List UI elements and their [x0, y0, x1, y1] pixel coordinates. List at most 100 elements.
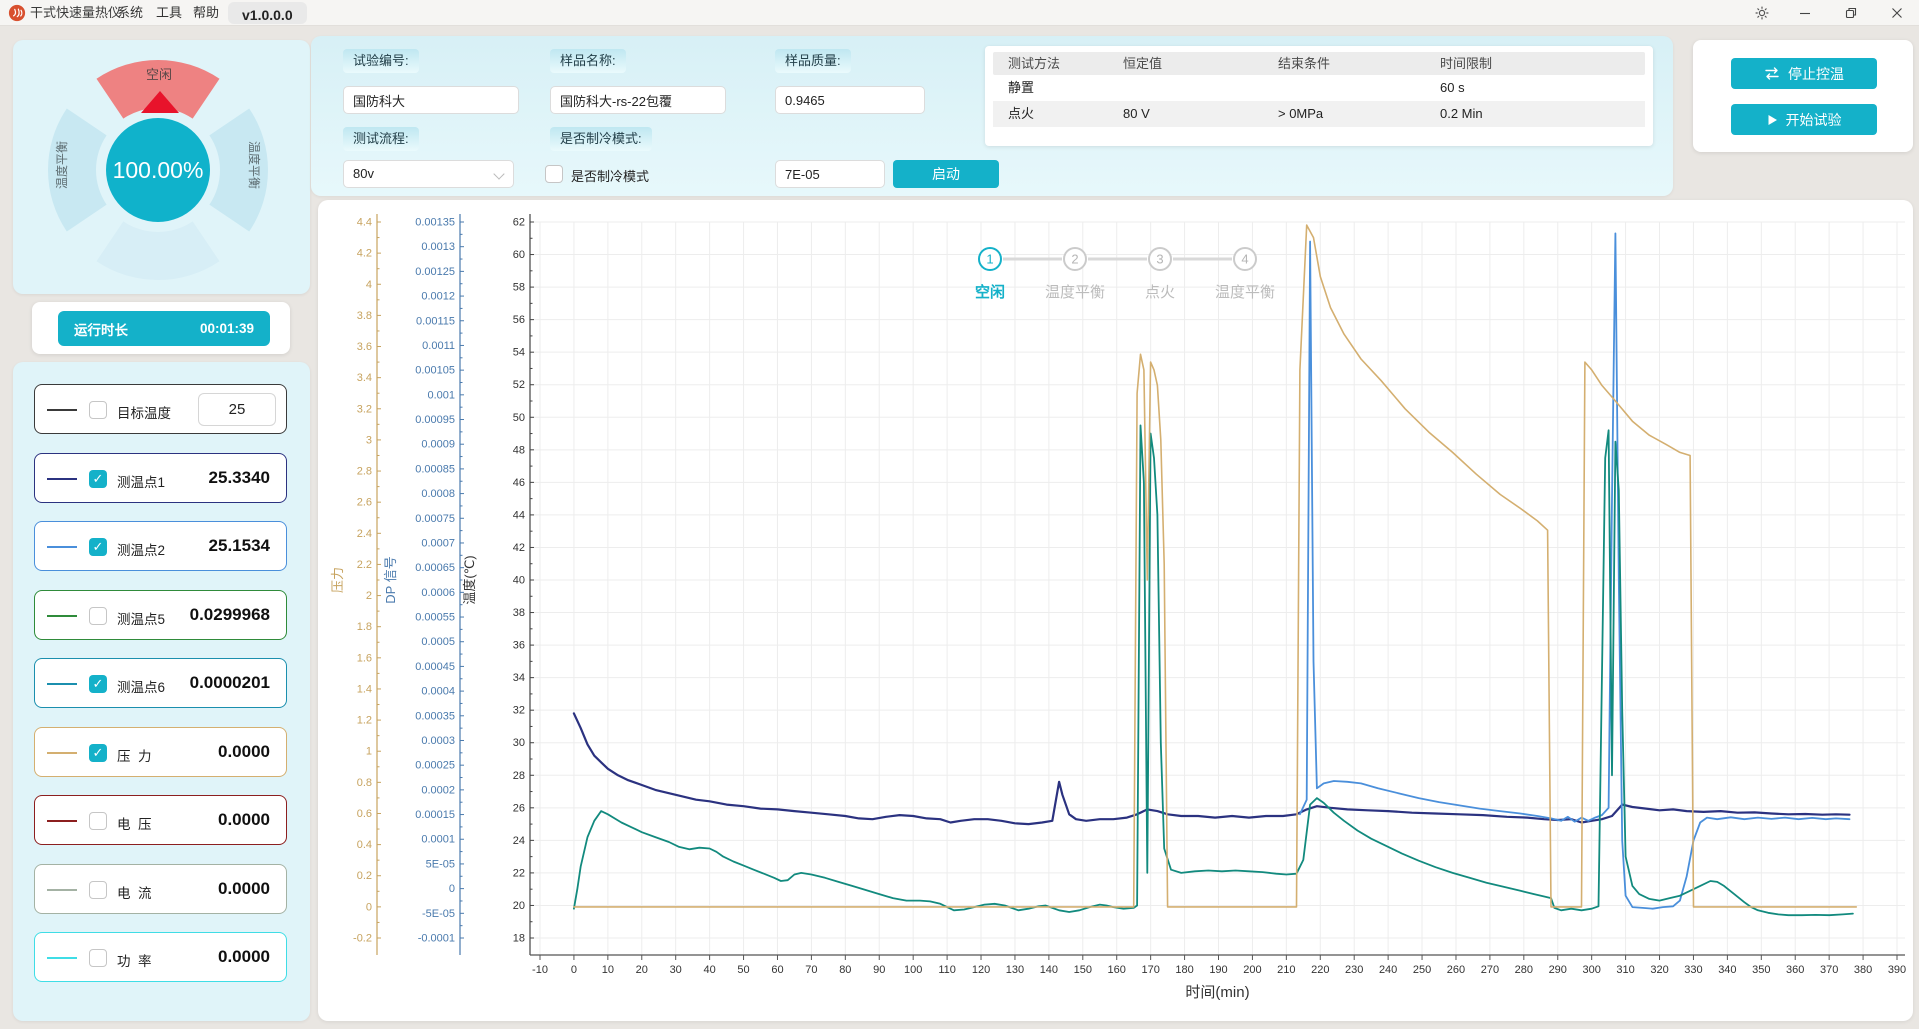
settings-gear-icon[interactable]: [1745, 0, 1779, 25]
legend-label: 压 力: [117, 745, 152, 765]
svg-text:0.2: 0.2: [357, 870, 372, 882]
legend-row: 电 压0.0000: [34, 795, 287, 845]
svg-text:0: 0: [449, 883, 455, 895]
x-axis-title: 时间(min): [1185, 984, 1249, 1001]
svg-text:22: 22: [513, 867, 525, 879]
gauge-label-left: 温度平衡: [54, 141, 69, 189]
legend-checkbox[interactable]: [89, 881, 107, 899]
legend-label: 目标温度: [117, 402, 171, 422]
close-button[interactable]: [1880, 0, 1914, 25]
svg-text:300: 300: [1582, 964, 1600, 976]
menu-item-help[interactable]: 帮助: [189, 0, 223, 26]
svg-text:250: 250: [1413, 964, 1431, 976]
svg-text:0.00055: 0.00055: [415, 612, 455, 624]
cooling-mode-checkbox[interactable]: [545, 165, 563, 183]
legend-value: 0.0000: [218, 947, 270, 967]
sample-name-label: 样品名称:: [550, 49, 626, 73]
method-table-row[interactable]: 点火80 V> 0MPa0.2 Min: [993, 101, 1645, 127]
svg-text:0.0003: 0.0003: [421, 735, 455, 747]
legend-checkbox[interactable]: [89, 812, 107, 830]
dp-threshold-input[interactable]: [775, 160, 885, 188]
method-table-header: 测试方法恒定值结束条件时间限制: [993, 52, 1645, 75]
gauge-label-idle: 空闲: [146, 67, 172, 82]
menu-item-tools[interactable]: 工具: [152, 0, 186, 26]
svg-text:160: 160: [1108, 964, 1126, 976]
titlebar: 干式快速量热仪 系统 工具 帮助 v1.0.0.0: [0, 0, 1919, 26]
series-测温点6: [574, 425, 1853, 915]
legend-value: 25.1534: [209, 536, 270, 556]
method-table-cell: 0.2 Min: [1440, 101, 1483, 127]
legend-checkbox[interactable]: [89, 949, 107, 967]
legend-checkbox[interactable]: [89, 607, 107, 625]
exp-no-label: 试验编号:: [343, 49, 419, 73]
target-temp-input[interactable]: 25: [198, 393, 276, 426]
svg-text:0.0006: 0.0006: [421, 587, 455, 599]
svg-text:0.00105: 0.00105: [415, 365, 455, 377]
svg-text:54: 54: [513, 347, 525, 359]
legend-checkbox[interactable]: ✓: [89, 538, 107, 556]
menu-item-system[interactable]: 系统: [113, 0, 147, 26]
legend-checkbox[interactable]: ✓: [89, 744, 107, 762]
step-indicator: 1空闲2温度平衡3点火4温度平衡: [975, 248, 1275, 301]
legend-checkbox[interactable]: ✓: [89, 675, 107, 693]
series-line-swatch: [47, 752, 77, 754]
cooling-mode-label: 是否制冷模式:: [550, 127, 652, 151]
svg-text:330: 330: [1684, 964, 1702, 976]
chart-grid: [530, 222, 1905, 955]
svg-text:52: 52: [513, 379, 525, 391]
chart-canvas: 4.44.243.83.63.43.232.82.62.42.221.81.61…: [318, 200, 1913, 1021]
svg-text:90: 90: [873, 964, 885, 976]
start-test-button[interactable]: 开始试验: [1731, 104, 1877, 135]
svg-text:0.00095: 0.00095: [415, 414, 455, 426]
svg-text:290: 290: [1549, 964, 1567, 976]
status-gauge: 100.00%空闲温度平衡温度平衡: [13, 40, 310, 294]
step-number: 3: [1156, 252, 1163, 267]
legend-row: 目标温度 25: [34, 384, 287, 434]
svg-text:2.6: 2.6: [357, 497, 372, 509]
flow-label: 测试流程:: [343, 127, 419, 151]
sample-name-input[interactable]: [550, 86, 726, 114]
legend-checkbox[interactable]: [89, 401, 107, 419]
y-axis-dp: 0.001350.00130.001250.00120.001150.00110…: [383, 214, 464, 955]
flow-select-value: 80v: [353, 166, 374, 181]
series-line-swatch: [47, 820, 77, 822]
method-table-cell: 80 V: [1123, 101, 1150, 127]
minimize-button[interactable]: [1788, 0, 1822, 25]
legend-value: 0.0000201: [190, 673, 270, 693]
svg-text:0.0011: 0.0011: [422, 340, 455, 352]
series-line-swatch: [47, 889, 77, 891]
svg-text:62: 62: [513, 217, 525, 229]
svg-text:0.00035: 0.00035: [415, 710, 455, 722]
svg-text:40: 40: [513, 575, 525, 587]
svg-text:3.4: 3.4: [357, 372, 372, 384]
flow-select[interactable]: 80v: [343, 160, 514, 188]
method-table-header-cell: 恒定值: [1123, 52, 1162, 75]
step-number: 2: [1071, 252, 1078, 267]
legend-row: 测温点50.0299968: [34, 590, 287, 640]
svg-text:80: 80: [839, 964, 851, 976]
stop-temp-control-button[interactable]: 停止控温: [1731, 58, 1877, 89]
svg-text:1.6: 1.6: [357, 652, 372, 664]
svg-text:180: 180: [1175, 964, 1193, 976]
svg-text:0.6: 0.6: [357, 808, 372, 820]
svg-text:1.4: 1.4: [357, 683, 372, 695]
svg-text:30: 30: [670, 964, 682, 976]
legend-label: 测温点1: [117, 471, 165, 491]
svg-text:0.0005: 0.0005: [421, 636, 455, 648]
play-icon: [1767, 114, 1778, 126]
legend-checkbox[interactable]: ✓: [89, 470, 107, 488]
svg-text:50: 50: [513, 412, 525, 424]
status-gauge-card: 100.00%空闲温度平衡温度平衡: [13, 40, 310, 294]
cooling-checkbox-label: 是否制冷模式: [571, 166, 649, 185]
svg-text:110: 110: [938, 964, 956, 976]
exp-no-input[interactable]: [343, 86, 519, 114]
series-line-swatch: [47, 683, 77, 685]
launch-button[interactable]: 启动: [893, 160, 999, 188]
sample-mass-input[interactable]: [775, 86, 925, 114]
restore-button[interactable]: [1834, 0, 1868, 25]
svg-text:0: 0: [366, 901, 372, 913]
method-table-row[interactable]: 静置60 s: [993, 75, 1645, 101]
sample-mass-label: 样品质量:: [775, 49, 851, 73]
svg-text:4.2: 4.2: [357, 248, 372, 260]
svg-text:0.0001: 0.0001: [421, 834, 455, 846]
